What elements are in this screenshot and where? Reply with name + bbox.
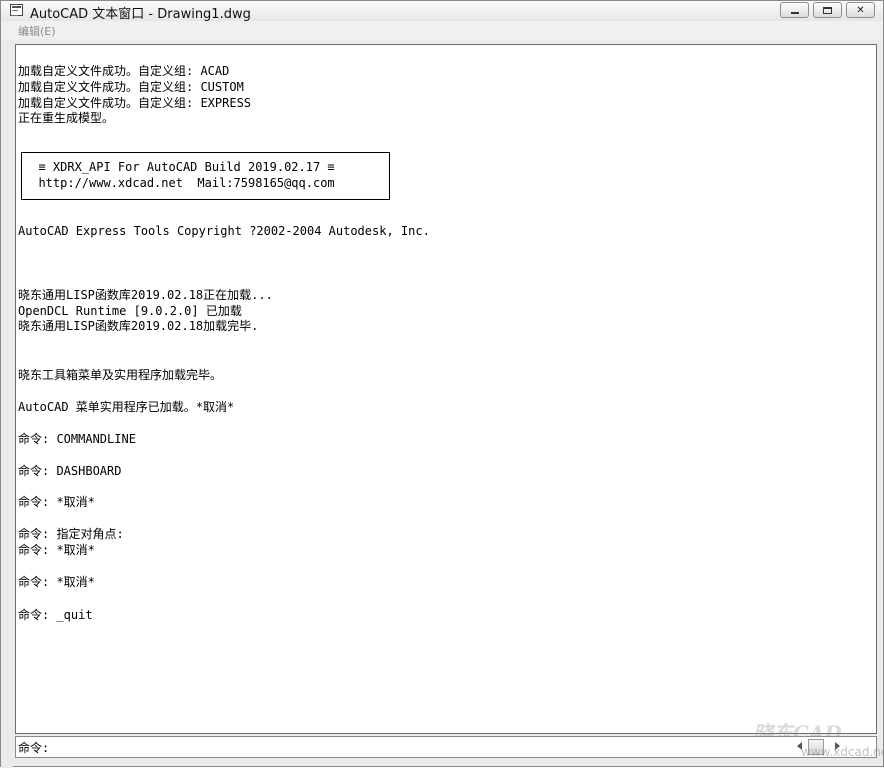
window-left-edge bbox=[1, 39, 13, 768]
history-line: OpenDCL Runtime [9.0.2.0] 已加载 bbox=[18, 304, 242, 318]
title-bar[interactable]: AutoCAD 文本窗口 - Drawing1.dwg ✕ bbox=[1, 1, 883, 22]
history-line: 命令: 指定对角点: bbox=[18, 527, 124, 541]
banner-line: ≡ XDRX_API For AutoCAD Build 2019.02.17 … bbox=[24, 160, 335, 174]
history-line: AutoCAD Express Tools Copyright ?2002-20… bbox=[18, 224, 430, 238]
autocad-text-window: AutoCAD 文本窗口 - Drawing1.dwg ✕ 编辑(E) 加载自定… bbox=[0, 0, 884, 768]
command-prompt: 命令: bbox=[18, 741, 50, 755]
history-line: 命令: *取消* bbox=[18, 543, 95, 557]
minimize-icon bbox=[790, 12, 799, 14]
command-input[interactable]: 命令: bbox=[15, 736, 791, 758]
window-title: AutoCAD 文本窗口 - Drawing1.dwg bbox=[30, 7, 251, 22]
history-line: AutoCAD 菜单实用程序已加载。*取消* bbox=[18, 400, 235, 414]
history-line: 命令: DASHBOARD bbox=[18, 464, 122, 478]
menu-edit[interactable]: 编辑(E) bbox=[18, 23, 56, 39]
history-line: 正在重生成模型。 bbox=[18, 111, 115, 125]
history-line: 晓东通用LISP函数库2019.02.18正在加载... bbox=[18, 288, 273, 302]
history-line: 命令: *取消* bbox=[18, 575, 95, 589]
banner-line: http://www.xdcad.net Mail:7598165@qq.com bbox=[24, 176, 335, 190]
maximize-button[interactable] bbox=[813, 2, 842, 18]
history-line: 加载自定义文件成功。自定义组: ACAD bbox=[18, 64, 230, 78]
history-line: 命令: _quit bbox=[18, 608, 93, 622]
app-icon[interactable] bbox=[10, 4, 23, 16]
history-line: 晓东通用LISP函数库2019.02.18加载完毕. bbox=[18, 319, 259, 333]
close-button[interactable]: ✕ bbox=[846, 2, 875, 18]
maximize-icon bbox=[823, 6, 832, 14]
history-line: 加载自定义文件成功。自定义组: EXPRESS bbox=[18, 96, 252, 110]
command-history[interactable]: 加载自定义文件成功。自定义组: ACAD 加载自定义文件成功。自定义组: CUS… bbox=[15, 44, 877, 734]
history-line: 加载自定义文件成功。自定义组: CUSTOM bbox=[18, 80, 244, 94]
history-line: 命令: *取消* bbox=[18, 495, 95, 509]
close-icon: ✕ bbox=[856, 4, 865, 16]
xdcad-url-watermark: www.xdcad.net bbox=[801, 745, 884, 759]
history-line: 命令: COMMANDLINE bbox=[18, 432, 136, 446]
history-line: 晓东工具箱菜单及实用程序加载完毕。 bbox=[18, 368, 223, 382]
minimize-button[interactable] bbox=[780, 2, 809, 18]
menu-bar: 编辑(E) bbox=[1, 21, 883, 39]
